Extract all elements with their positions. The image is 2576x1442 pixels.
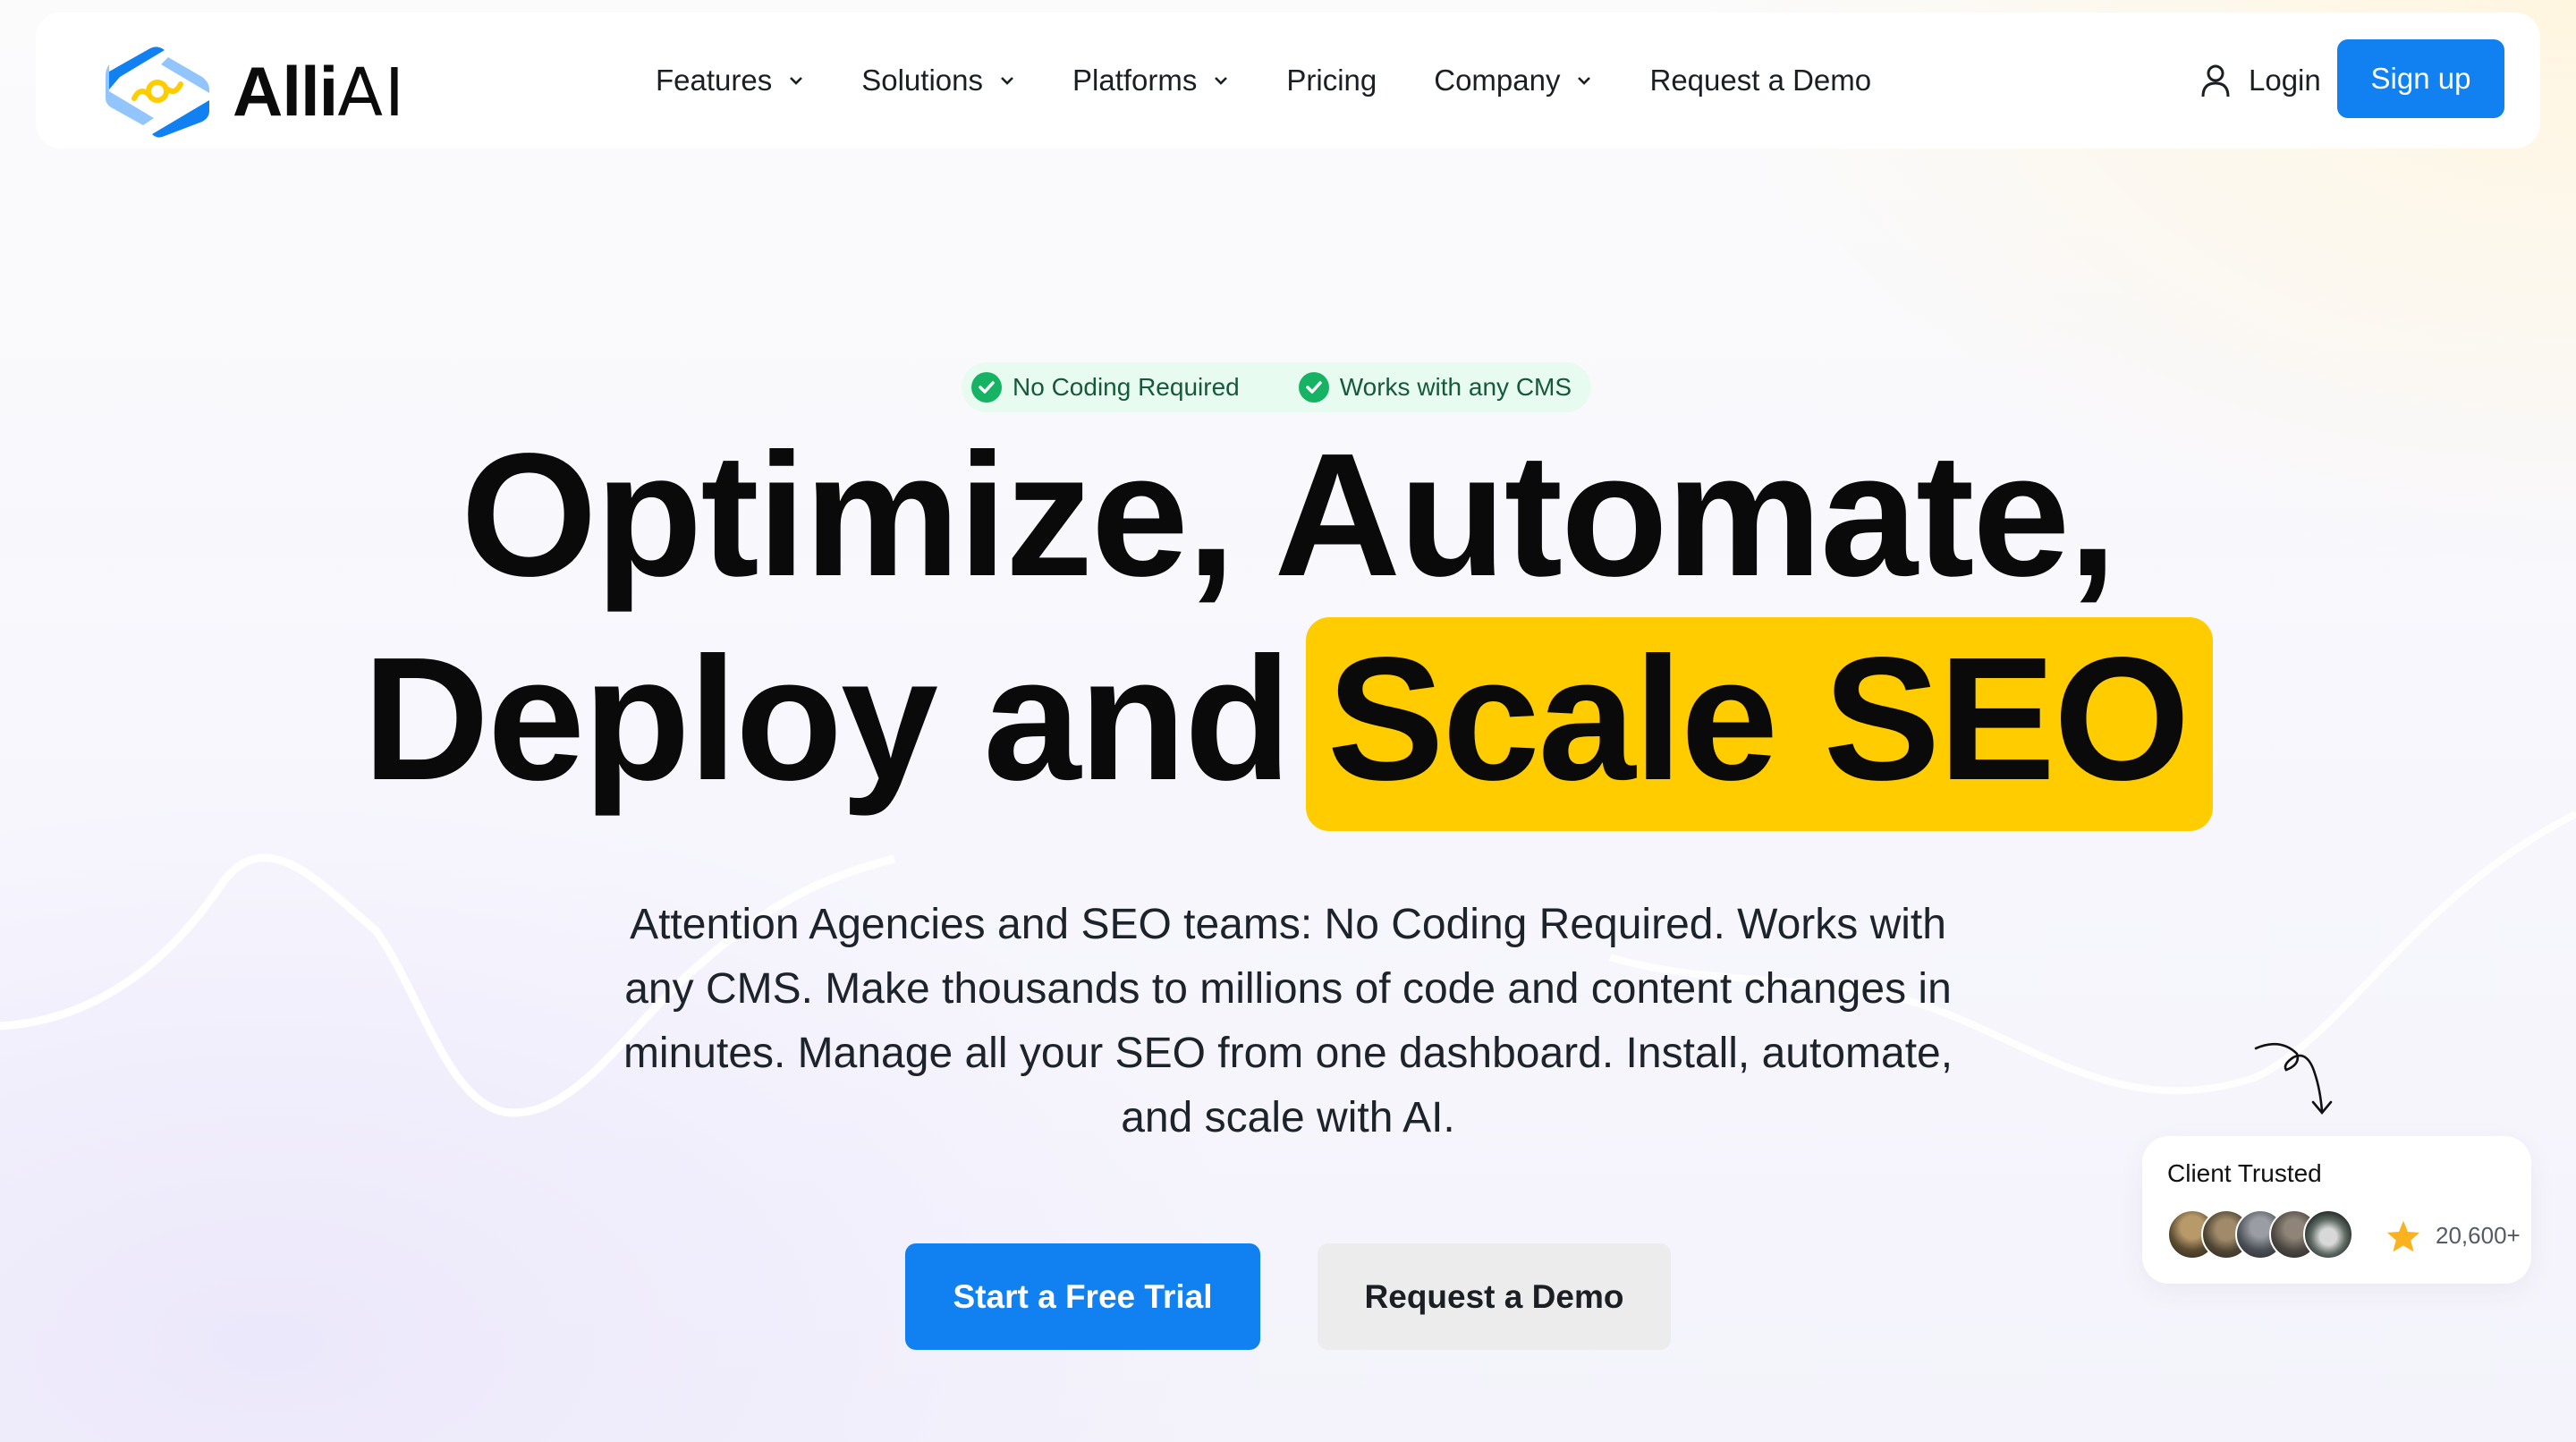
request-demo-button[interactable]: Request a Demo [1318, 1243, 1671, 1350]
hero-description: Attention Agencies and SEO teams: No Cod… [623, 901, 1953, 1141]
top-navbar: AlliAI Features Solutions Platforms Pric… [36, 13, 2540, 148]
badge-label: No Coding Required [1013, 373, 1240, 401]
nav-item-pricing[interactable]: Pricing [1286, 64, 1377, 98]
main-menu: Features Solutions Platforms Pricing Com… [656, 13, 1928, 148]
signup-button[interactable]: Sign up [2337, 39, 2504, 118]
nav-item-label: Pricing [1286, 64, 1377, 97]
curly-arrow-icon [2254, 1042, 2333, 1115]
start-free-trial-button[interactable]: Start a Free Trial [905, 1243, 1260, 1350]
nav-item-company[interactable]: Company [1434, 64, 1592, 98]
client-avatars [2167, 1209, 2353, 1260]
headline-highlight: Scale SEO [1305, 617, 2214, 831]
brand-logo[interactable]: AlliAI [102, 43, 406, 140]
avatar [2303, 1209, 2353, 1260]
login-label: Login [2249, 64, 2321, 97]
nav-item-label: Request a Demo [1649, 64, 1872, 97]
nav-item-solutions[interactable]: Solutions [861, 64, 1015, 98]
hero-headline-line-1: Optimize, Automate, [461, 417, 2117, 613]
brand-name: AlliAI [233, 52, 406, 131]
nav-item-label: Platforms [1072, 64, 1198, 97]
badge-no-coding: No Coding Required [971, 372, 1240, 403]
login-link[interactable]: Login [2200, 13, 2321, 148]
feature-badges: No Coding Required Works with any CMS [962, 362, 1592, 412]
nav-item-request-demo[interactable]: Request a Demo [1649, 64, 1871, 98]
check-circle-icon [971, 372, 1002, 403]
nav-item-label: Solutions [861, 64, 983, 97]
nav-item-features[interactable]: Features [656, 64, 804, 98]
headline-plain: Deploy and [362, 621, 1292, 817]
chevron-down-icon [1578, 77, 1591, 85]
nav-item-platforms[interactable]: Platforms [1072, 64, 1229, 98]
chevron-down-icon [1001, 77, 1013, 85]
nav-item-label: Company [1434, 64, 1561, 97]
chevron-down-icon [1215, 77, 1228, 85]
client-count: 20,600+ [2436, 1222, 2521, 1249]
star-icon [2386, 1220, 2420, 1252]
badge-any-cms: Works with any CMS [1298, 372, 1572, 403]
alli-logo-icon [106, 47, 209, 138]
hero-headline-line-2: Deploy and Scale SEO [0, 617, 2576, 831]
chevron-down-icon [790, 77, 803, 85]
badge-label: Works with any CMS [1339, 373, 1572, 401]
client-trusted-title: Client Trusted [2167, 1159, 2322, 1187]
nav-item-label: Features [656, 64, 773, 97]
client-trusted-card: Client Trusted 20,600+ [2142, 1136, 2531, 1284]
check-circle-icon [1298, 372, 1329, 403]
user-icon [2201, 64, 2230, 98]
